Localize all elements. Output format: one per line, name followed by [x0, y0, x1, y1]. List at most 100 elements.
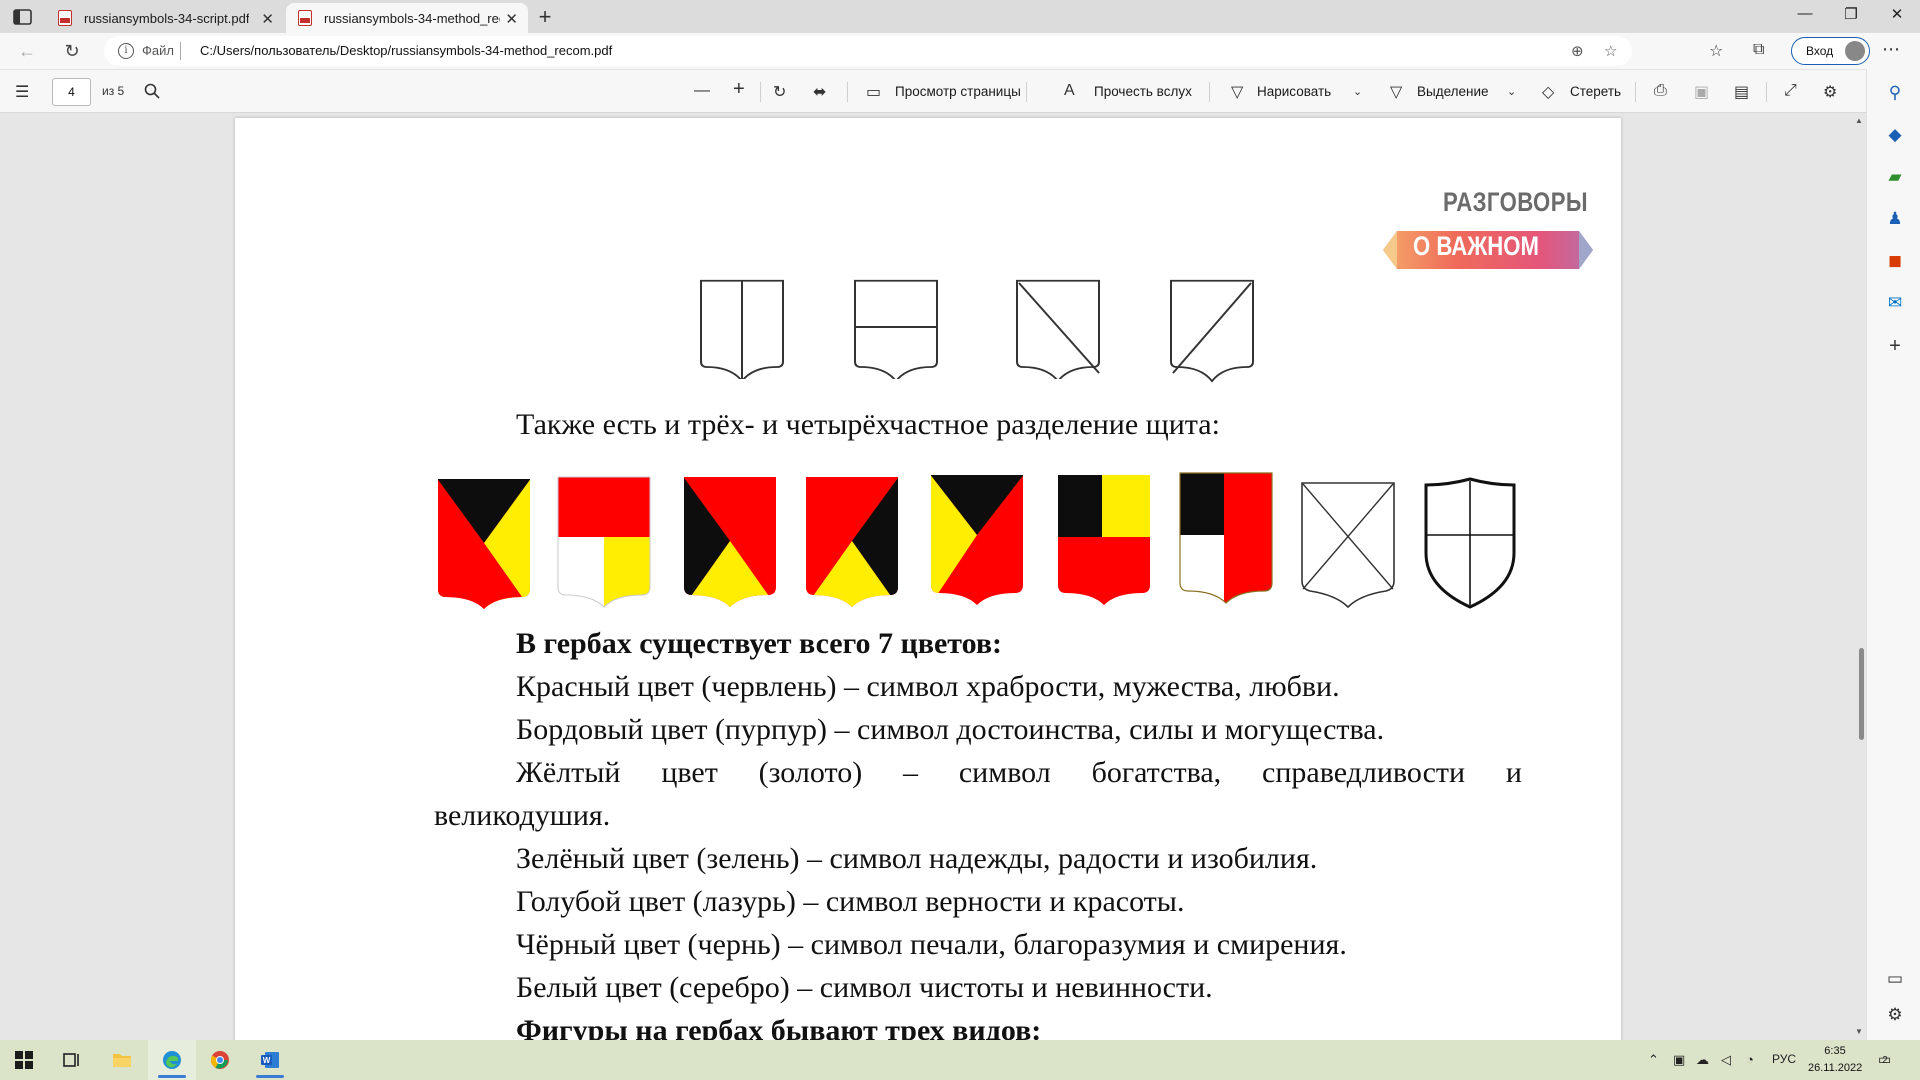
draw-icon[interactable]: ▽: [1231, 82, 1243, 102]
sidebar-settings-icon[interactable]: ⚙: [1885, 1005, 1905, 1025]
word: –: [903, 756, 919, 789]
show-hidden-icons-icon[interactable]: ⌃: [1648, 1052, 1659, 1068]
folder-icon: [113, 1054, 131, 1067]
color-line-burgundy: Бордовый цвет (пурпур) – символ достоинс…: [516, 713, 1385, 746]
favorites-icon[interactable]: ☆: [1709, 41, 1723, 61]
divider: [1209, 82, 1210, 102]
onedrive-icon[interactable]: ☁: [1696, 1052, 1709, 1068]
new-tab-button[interactable]: +: [534, 4, 556, 30]
page-number-input[interactable]: 4: [52, 78, 91, 106]
fullscreen-icon[interactable]: ⤢: [1784, 82, 1797, 100]
system-clock[interactable]: 6:35 26.11.2022: [1808, 1043, 1862, 1077]
chevron-down-icon[interactable]: ⌄: [1507, 85, 1516, 98]
word-taskbar-button[interactable]: W: [246, 1040, 294, 1080]
zoom-out-icon[interactable]: —: [694, 82, 710, 100]
scrollbar-track[interactable]: [1856, 113, 1866, 1040]
zoom-icon[interactable]: ⊕: [1571, 42, 1584, 60]
scroll-down-icon[interactable]: ▼: [1855, 1027, 1863, 1036]
notifications-icon[interactable]: ▭2: [1878, 1051, 1897, 1068]
task-view-button[interactable]: [48, 1040, 96, 1080]
highlight-button[interactable]: Выделение: [1417, 84, 1489, 99]
close-window-icon[interactable]: ✕: [1887, 5, 1907, 23]
divider: [180, 42, 181, 60]
search-icon[interactable]: ⚲: [1885, 83, 1905, 103]
scrollbar-thumb[interactable]: [1859, 648, 1864, 740]
shield-horizontal-split: [854, 279, 938, 379]
volume-icon[interactable]: ◁: [1721, 1052, 1731, 1068]
colors-heading: В гербах существует всего 7 цветов:: [516, 627, 1003, 660]
games-icon[interactable]: ♟: [1885, 209, 1905, 229]
add-favorite-icon[interactable]: ☆: [1604, 42, 1617, 60]
signin-button[interactable]: Вход: [1791, 37, 1870, 65]
save-icon[interactable]: ▣: [1694, 82, 1709, 102]
windows-logo-icon: [15, 1051, 33, 1069]
shield-black-yellow-red-2: [931, 475, 1023, 605]
refresh-icon[interactable]: ↻: [61, 41, 83, 62]
pdf-viewer[interactable]: РАЗГОВОРЫ О ВАЖНОМ Также есть и трёх- и …: [0, 113, 1856, 1040]
read-aloud-button[interactable]: Прочесть вслух: [1094, 84, 1192, 99]
settings-gear-icon[interactable]: ⚙: [1823, 82, 1837, 102]
shield-red-black-yellow: [684, 477, 776, 607]
logo-top-text: РАЗГОВОРЫ: [1443, 187, 1588, 217]
tab-actions-icon[interactable]: [12, 7, 34, 27]
search-icon[interactable]: [144, 83, 160, 99]
outlook-icon[interactable]: ✉: [1885, 293, 1905, 313]
page-view-icon[interactable]: ▭: [866, 82, 881, 102]
save-as-icon[interactable]: ▤: [1734, 82, 1749, 102]
draw-button[interactable]: Нарисовать: [1257, 84, 1331, 99]
collections-icon[interactable]: ⧉: [1753, 41, 1764, 59]
read-aloud-icon[interactable]: A: [1064, 82, 1075, 100]
zoom-in-icon[interactable]: +: [733, 78, 745, 101]
close-tab-icon[interactable]: ✕: [505, 10, 518, 28]
shopping-tag-icon[interactable]: ◆: [1885, 125, 1905, 145]
signin-label: Вход: [1806, 44, 1834, 58]
sidebar-layout-icon[interactable]: ▭: [1885, 969, 1905, 989]
word: Жёлтый: [516, 756, 621, 789]
highlight-icon[interactable]: ▽: [1390, 82, 1402, 102]
more-menu-icon[interactable]: ⋯: [1882, 39, 1900, 60]
address-input[interactable]: i Файл C:/Users/пользователь/Desktop/rus…: [104, 36, 1632, 66]
print-icon[interactable]: ⎙: [1654, 82, 1667, 100]
pdf-file-icon: [58, 10, 72, 26]
chrome-logo-icon: [210, 1051, 229, 1069]
office-icon[interactable]: ◼: [1885, 251, 1905, 271]
url-text: C:/Users/пользователь/Desktop/russiansym…: [200, 43, 613, 58]
tools-icon[interactable]: ▰: [1885, 167, 1905, 187]
clock-date: 26.11.2022: [1808, 1062, 1863, 1074]
restore-icon[interactable]: ❐: [1841, 5, 1861, 23]
word: справедливости: [1262, 756, 1466, 789]
chrome-taskbar-button[interactable]: [196, 1040, 244, 1080]
tab-script-pdf[interactable]: russiansymbols-34-script.pdf ✕: [46, 3, 284, 33]
eraser-icon[interactable]: ◇: [1542, 82, 1554, 102]
network-icon[interactable]: ◔: [1746, 1052, 1754, 1067]
word: цвет: [661, 756, 718, 789]
chevron-down-icon[interactable]: ⌄: [1353, 85, 1362, 98]
info-icon[interactable]: i: [118, 43, 134, 59]
page-view-button[interactable]: Просмотр страницы: [895, 84, 1021, 99]
task-view-icon: [63, 1053, 79, 1067]
back-icon[interactable]: ←: [16, 41, 38, 62]
color-line-black: Чёрный цвет (чернь) – символ печали, бла…: [516, 928, 1347, 961]
edge-taskbar-button[interactable]: [148, 1040, 196, 1080]
start-button[interactable]: [0, 1040, 48, 1080]
file-explorer-button[interactable]: [98, 1040, 146, 1080]
shield-saltire-outline: [1301, 482, 1395, 609]
erase-button[interactable]: Стереть: [1570, 84, 1621, 99]
minimize-icon[interactable]: —: [1795, 5, 1815, 22]
taskbar: W ⌃ ▣ ☁ ◁ ◔ РУС 6:35 26.11.2022 ▭2: [0, 1040, 1920, 1080]
rotate-icon[interactable]: ↻: [773, 82, 786, 102]
device-icon[interactable]: ▣: [1673, 1052, 1685, 1068]
close-tab-icon[interactable]: ✕: [261, 10, 274, 28]
clock-time: 6:35: [1824, 1045, 1846, 1057]
color-line-green: Зелёный цвет (зелень) – символ надежды, …: [516, 842, 1318, 875]
two-part-shields: [700, 279, 1100, 379]
word: (золото): [758, 756, 863, 789]
divider: [1766, 82, 1767, 102]
word: богатства,: [1091, 756, 1222, 789]
contents-icon[interactable]: ☰: [15, 82, 29, 102]
fit-page-icon[interactable]: ⬌: [813, 82, 826, 102]
scroll-up-icon[interactable]: ▲: [1855, 116, 1863, 125]
tab-method-recom-pdf[interactable]: russiansymbols-34-method_recom.pdf ✕: [286, 3, 528, 33]
language-indicator[interactable]: РУС: [1772, 1052, 1796, 1066]
add-icon[interactable]: +: [1885, 335, 1905, 358]
